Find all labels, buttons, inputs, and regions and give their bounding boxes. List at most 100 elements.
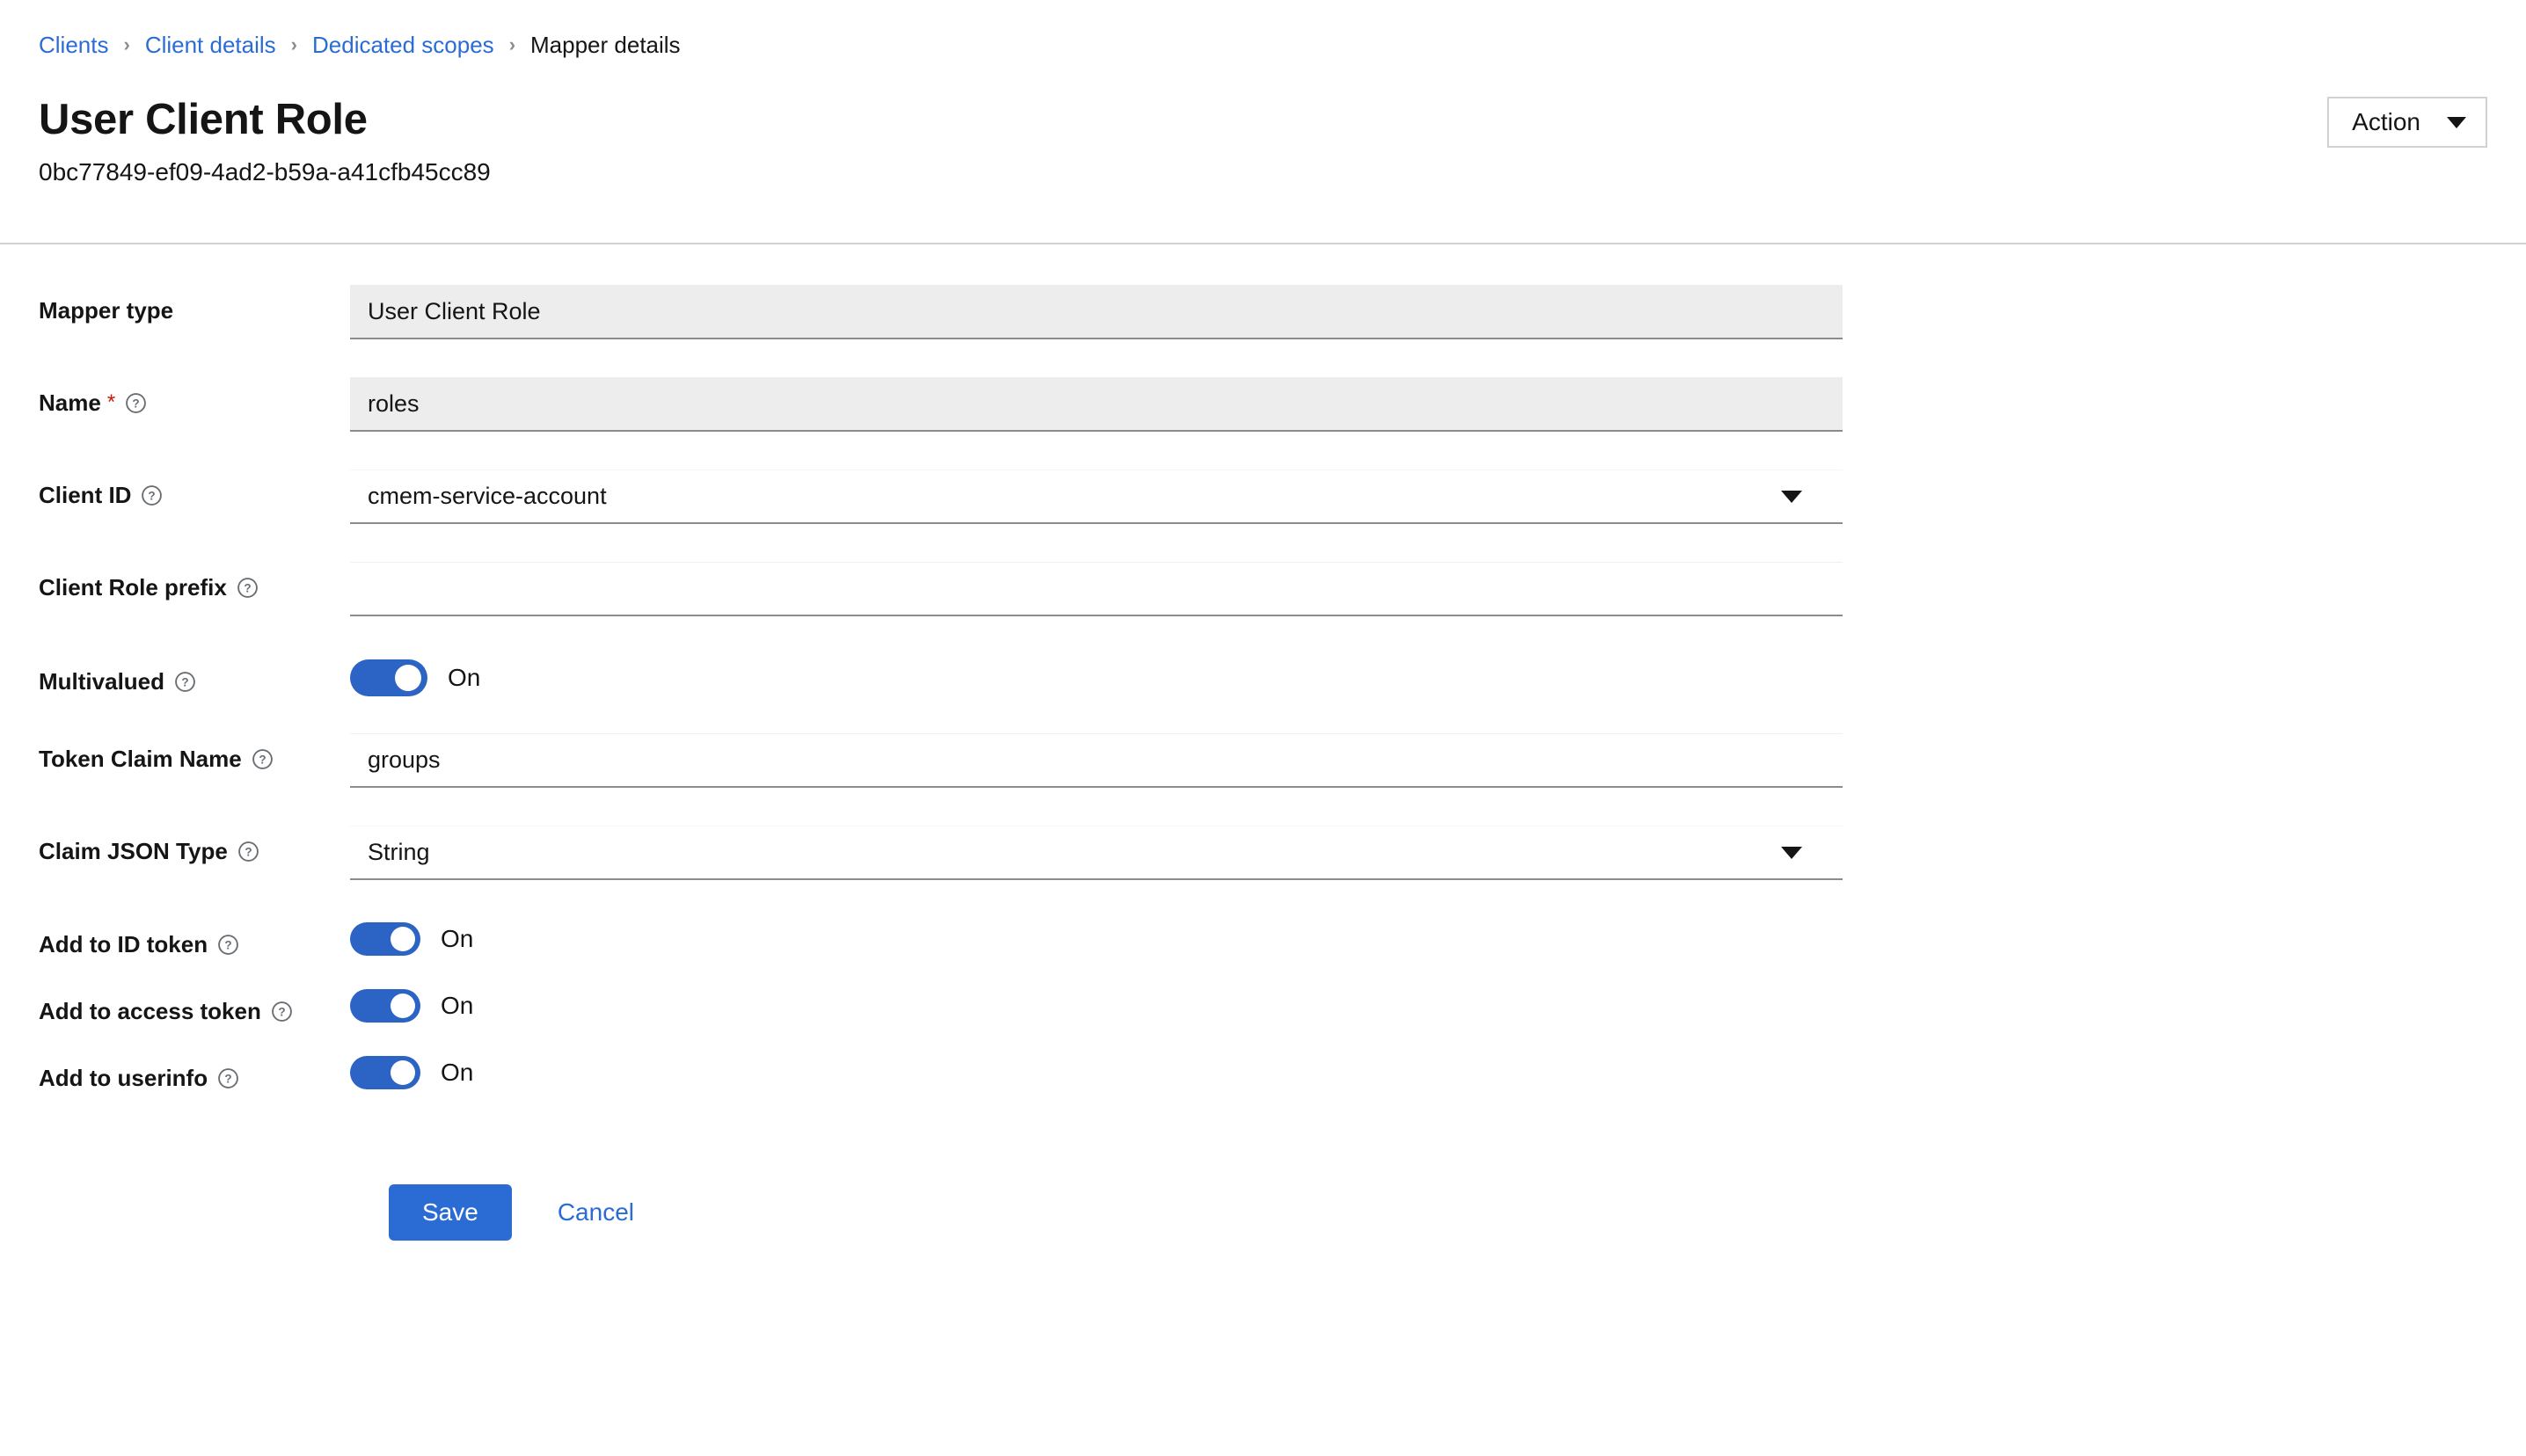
label-text: Name [39, 389, 101, 417]
help-icon[interactable]: ? [217, 934, 239, 956]
label-text: Add to access token [39, 998, 261, 1025]
help-icon[interactable]: ? [125, 392, 147, 414]
add-to-id-token-state-label: On [441, 927, 473, 951]
chevron-right-icon: › [509, 35, 515, 55]
label-text: Mapper type [39, 297, 173, 324]
multivalued-state-label: On [448, 666, 480, 690]
claim-json-type-select-wrap: String [350, 826, 1843, 880]
label-text: Add to userinfo [39, 1065, 208, 1092]
toggle-knob [395, 665, 421, 691]
form-row-add-to-access-token: Add to access token ? On [39, 986, 2487, 1025]
mapper-id: 0bc77849-ef09-4ad2-b59a-a41cfb45cc89 [39, 157, 2487, 187]
breadcrumb-item-mapper-details: Mapper details [530, 33, 681, 56]
label-text: Client ID [39, 482, 131, 509]
help-icon[interactable]: ? [217, 1067, 239, 1089]
field-multivalued: On [350, 656, 2487, 696]
token-claim-name-input[interactable] [350, 733, 1843, 788]
mapper-form: Mapper type Name * ? Client ID [0, 285, 2526, 1241]
client-id-select-wrap: cmem-service-account [350, 470, 1843, 524]
svg-text:?: ? [245, 846, 252, 859]
claim-json-type-selected-value: String [368, 839, 430, 866]
breadcrumb-item-dedicated-scopes[interactable]: Dedicated scopes [312, 33, 494, 56]
action-dropdown-wrap: Action [2327, 97, 2487, 148]
add-to-id-token-toggle[interactable] [350, 922, 420, 956]
field-claim-json-type: String [350, 826, 2487, 880]
chevron-right-icon: › [291, 35, 297, 55]
label-text: Add to ID token [39, 931, 208, 958]
label-name: Name * ? [39, 377, 350, 417]
add-to-userinfo-switch-row: On [350, 1052, 2487, 1089]
label-claim-json-type: Claim JSON Type ? [39, 826, 350, 865]
label-text: Token Claim Name [39, 746, 242, 773]
form-actions: Save Cancel [39, 1184, 2487, 1241]
label-add-to-access-token: Add to access token ? [39, 986, 350, 1025]
form-row-mapper-type: Mapper type [39, 285, 2487, 339]
svg-text:?: ? [278, 1006, 285, 1019]
label-add-to-userinfo: Add to userinfo ? [39, 1052, 350, 1092]
field-client-role-prefix [350, 562, 2487, 616]
multivalued-switch-row: On [350, 656, 2487, 696]
form-row-add-to-userinfo: Add to userinfo ? On [39, 1052, 2487, 1092]
form-row-client-id: Client ID ? cmem-service-account [39, 470, 2487, 524]
form-row-add-to-id-token: Add to ID token ? On [39, 919, 2487, 958]
field-add-to-access-token: On [350, 986, 2487, 1023]
add-to-access-token-switch-row: On [350, 986, 2487, 1023]
label-token-claim-name: Token Claim Name ? [39, 733, 350, 773]
form-row-name: Name * ? [39, 377, 2487, 432]
help-icon[interactable]: ? [237, 577, 259, 599]
client-role-prefix-input[interactable] [350, 562, 1843, 616]
action-dropdown-label: Action [2352, 110, 2420, 135]
add-to-access-token-toggle[interactable] [350, 989, 420, 1023]
claim-json-type-select[interactable]: String [350, 826, 1843, 880]
cancel-button[interactable]: Cancel [547, 1184, 645, 1241]
label-mapper-type: Mapper type [39, 285, 350, 324]
form-row-claim-json-type: Claim JSON Type ? String [39, 826, 2487, 880]
toggle-knob [391, 927, 415, 951]
help-icon[interactable]: ? [271, 1001, 293, 1023]
action-dropdown-button[interactable]: Action [2327, 97, 2487, 148]
field-add-to-userinfo: On [350, 1052, 2487, 1089]
svg-text:?: ? [244, 582, 251, 595]
breadcrumb-item-client-details[interactable]: Client details [145, 33, 276, 56]
mapper-type-input [350, 285, 1843, 339]
help-icon[interactable]: ? [174, 671, 196, 693]
field-client-id: cmem-service-account [350, 470, 2487, 524]
required-marker: * [107, 390, 115, 416]
help-icon[interactable]: ? [141, 484, 163, 506]
page-title: User Client Role [39, 97, 2487, 143]
field-token-claim-name [350, 733, 2487, 788]
label-client-role-prefix: Client Role prefix ? [39, 562, 350, 601]
add-to-id-token-switch-row: On [350, 919, 2487, 956]
label-text: Claim JSON Type [39, 838, 228, 865]
label-multivalued: Multivalued ? [39, 656, 350, 695]
field-name [350, 377, 2487, 432]
svg-text:?: ? [149, 490, 156, 503]
label-client-id: Client ID ? [39, 470, 350, 509]
client-id-select[interactable]: cmem-service-account [350, 470, 1843, 524]
multivalued-toggle[interactable] [350, 659, 427, 696]
client-id-selected-value: cmem-service-account [368, 483, 607, 510]
label-text: Client Role prefix [39, 574, 227, 601]
breadcrumb: Clients › Client details › Dedicated sco… [39, 32, 2487, 58]
save-button[interactable]: Save [389, 1184, 512, 1241]
add-to-userinfo-toggle[interactable] [350, 1056, 420, 1089]
label-add-to-id-token: Add to ID token ? [39, 919, 350, 958]
page-header: Clients › Client details › Dedicated sco… [0, 0, 2526, 244]
add-to-access-token-state-label: On [441, 994, 473, 1018]
svg-text:?: ? [224, 1073, 231, 1086]
help-icon[interactable]: ? [252, 748, 274, 770]
form-row-multivalued: Multivalued ? On [39, 656, 2487, 696]
help-icon[interactable]: ? [237, 841, 259, 863]
toggle-knob [391, 994, 415, 1018]
chevron-down-icon [2447, 117, 2466, 128]
toggle-knob [391, 1060, 415, 1085]
breadcrumb-item-clients[interactable]: Clients [39, 33, 108, 56]
form-row-client-role-prefix: Client Role prefix ? [39, 562, 2487, 616]
field-add-to-id-token: On [350, 919, 2487, 956]
svg-text:?: ? [259, 753, 266, 767]
form-row-token-claim-name: Token Claim Name ? [39, 733, 2487, 788]
add-to-userinfo-state-label: On [441, 1060, 473, 1085]
field-mapper-type [350, 285, 2487, 339]
svg-text:?: ? [181, 676, 188, 689]
chevron-right-icon: › [123, 35, 129, 55]
